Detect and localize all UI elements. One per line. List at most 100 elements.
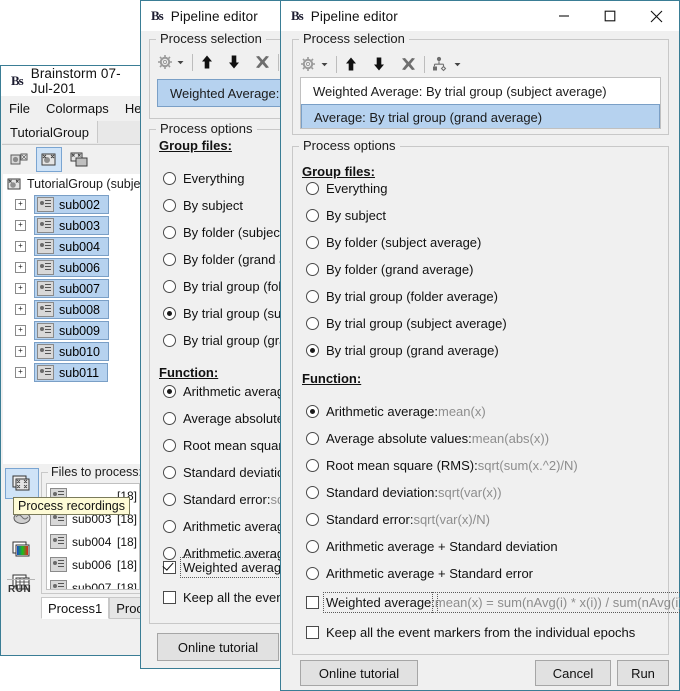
radio-button[interactable] bbox=[163, 199, 176, 212]
expand-icon[interactable]: + bbox=[15, 346, 26, 357]
tree-node-selection[interactable]: sub008 bbox=[34, 300, 109, 319]
checkbox-keep-all-the-event[interactable]: Keep all the event bbox=[163, 590, 287, 605]
radio-button[interactable] bbox=[163, 307, 176, 320]
studies-icon[interactable] bbox=[66, 147, 92, 172]
radio-average-absolute[interactable]: Average absolute bbox=[163, 411, 284, 426]
radio-standard-error[interactable]: Standard error: sq bbox=[163, 492, 284, 507]
radio-button[interactable] bbox=[306, 540, 319, 553]
subjects-all-icon[interactable] bbox=[6, 147, 32, 172]
checkbox-box[interactable] bbox=[163, 591, 176, 604]
radio-button[interactable] bbox=[306, 344, 319, 357]
radio-button[interactable] bbox=[306, 405, 319, 418]
radio-by-trial-group-fol[interactable]: By trial group (fol bbox=[163, 279, 281, 294]
radio-arithmetic-average-standard-deviation[interactable]: Arithmetic average + Standard deviation bbox=[306, 539, 558, 554]
expand-icon[interactable]: + bbox=[15, 325, 26, 336]
tree-node-selection[interactable]: sub011 bbox=[34, 363, 108, 382]
radio-root-mean-square-rms[interactable]: Root mean square (RMS): sqrt(sum(x.^2)/N… bbox=[306, 458, 578, 473]
radio-button[interactable] bbox=[306, 236, 319, 249]
menu-colormaps[interactable]: Colormaps bbox=[38, 101, 117, 116]
radio-average-absolute-values[interactable]: Average absolute values: mean(abs(x)) bbox=[306, 431, 549, 446]
radio-button[interactable] bbox=[163, 172, 176, 185]
run-button[interactable]: Run bbox=[617, 660, 669, 686]
radio-arithmetic-average[interactable]: Arithmetic average: mean(x) bbox=[306, 404, 486, 419]
checkbox-box[interactable] bbox=[163, 561, 176, 574]
tree-node-sub006[interactable]: +sub006 bbox=[3, 257, 143, 278]
radio-button[interactable] bbox=[306, 317, 319, 330]
file-row[interactable]: sub007[18] bbox=[47, 576, 139, 590]
pipeline-mid-online-tutorial-button[interactable]: Online tutorial bbox=[157, 633, 279, 661]
maximize-icon[interactable] bbox=[587, 1, 633, 31]
tree-node-selection[interactable]: sub006 bbox=[34, 258, 109, 277]
radio-button[interactable] bbox=[163, 493, 176, 506]
tree-node-selection[interactable]: sub007 bbox=[34, 279, 109, 298]
checkbox-box[interactable] bbox=[306, 626, 319, 639]
tree-node-selection[interactable]: sub010 bbox=[34, 342, 109, 361]
radio-standard-deviatio[interactable]: Standard deviatio bbox=[163, 465, 284, 480]
process-recordings-icon[interactable] bbox=[5, 468, 39, 499]
radio-button[interactable] bbox=[163, 385, 176, 398]
radio-button[interactable] bbox=[163, 520, 176, 533]
radio-button[interactable] bbox=[306, 263, 319, 276]
radio-button[interactable] bbox=[306, 182, 319, 195]
delete-icon[interactable] bbox=[254, 54, 271, 70]
pipeline-dropdown-icon[interactable] bbox=[453, 60, 462, 69]
radio-standard-deviation[interactable]: Standard deviation: sqrt(var(x)) bbox=[306, 485, 502, 500]
radio-button[interactable] bbox=[163, 280, 176, 293]
cancel-button[interactable]: Cancel bbox=[535, 660, 611, 686]
expand-icon[interactable]: + bbox=[15, 199, 26, 210]
radio-by-folder-subject[interactable]: By folder (subject bbox=[163, 225, 283, 240]
close-icon[interactable] bbox=[633, 1, 679, 31]
gear-dropdown-icon[interactable] bbox=[320, 60, 329, 69]
radio-button[interactable] bbox=[306, 486, 319, 499]
radio-button[interactable] bbox=[163, 466, 176, 479]
radio-by-trial-group-sub[interactable]: By trial group (sub bbox=[163, 306, 289, 321]
checkbox-box[interactable] bbox=[306, 596, 319, 609]
radio-by-trial-group-subject-average[interactable]: By trial group (subject average) bbox=[306, 316, 507, 331]
radio-button[interactable] bbox=[306, 432, 319, 445]
radio-button[interactable] bbox=[163, 226, 176, 239]
tree-node-selection[interactable]: sub004 bbox=[34, 237, 109, 256]
expand-icon[interactable]: + bbox=[15, 220, 26, 231]
tree-node-sub004[interactable]: +sub004 bbox=[3, 236, 143, 257]
radio-button[interactable] bbox=[306, 459, 319, 472]
file-row[interactable]: sub006[18] bbox=[47, 553, 139, 576]
tree-node-sub007[interactable]: +sub007 bbox=[3, 278, 143, 299]
radio-root-mean-square[interactable]: Root mean square bbox=[163, 438, 290, 453]
menu-file[interactable]: File bbox=[1, 101, 38, 116]
radio-button[interactable] bbox=[163, 547, 176, 560]
process-timefreq-icon[interactable] bbox=[5, 534, 39, 565]
radio-by-trial-group-folder-average[interactable]: By trial group (folder average) bbox=[306, 289, 498, 304]
checkbox-keep-all-the-event-markers-from-the-individual-epochs[interactable]: Keep all the event markers from the indi… bbox=[306, 625, 635, 640]
radio-button[interactable] bbox=[163, 253, 176, 266]
move-up-icon[interactable] bbox=[344, 56, 358, 72]
tree-node-selection[interactable]: sub003 bbox=[34, 216, 109, 235]
tab-process1[interactable]: Process1 bbox=[41, 597, 109, 619]
radio-button[interactable] bbox=[163, 439, 176, 452]
radio-by-trial-group-gra[interactable]: By trial group (gra bbox=[163, 333, 286, 348]
radio-arithmetic-averag[interactable]: Arithmetic averag bbox=[163, 546, 284, 561]
tree-node-sub009[interactable]: + sub009 bbox=[3, 320, 143, 341]
move-up-icon[interactable] bbox=[200, 54, 214, 70]
radio-button[interactable] bbox=[163, 412, 176, 425]
online-tutorial-button[interactable]: Online tutorial bbox=[300, 660, 418, 686]
gear-icon[interactable] bbox=[157, 54, 173, 70]
tree-node-selection[interactable]: sub002 bbox=[34, 195, 109, 214]
file-row[interactable]: sub004[18] bbox=[47, 530, 139, 553]
tree-node-sub010[interactable]: + sub010 bbox=[3, 341, 143, 362]
tree-node-selection[interactable]: sub009 bbox=[34, 321, 109, 340]
radio-arithmetic-averag[interactable]: Arithmetic averag bbox=[163, 519, 284, 534]
radio-by-folder-subject-average[interactable]: By folder (subject average) bbox=[306, 235, 481, 250]
radio-button[interactable] bbox=[163, 334, 176, 347]
radio-by-subject[interactable]: By subject bbox=[163, 198, 243, 213]
radio-button[interactable] bbox=[306, 290, 319, 303]
pipeline-icon[interactable] bbox=[432, 56, 449, 73]
radio-arithmetic-averag[interactable]: Arithmetic averag bbox=[163, 384, 284, 399]
move-down-icon[interactable] bbox=[227, 54, 241, 70]
radio-by-trial-group-grand-average[interactable]: By trial group (grand average) bbox=[306, 343, 499, 358]
process-list-item[interactable]: Weighted Average: By trial group (subjec… bbox=[301, 78, 660, 104]
checkbox-weighted-average[interactable]: Weighted average bbox=[163, 560, 288, 575]
process-list-item[interactable]: Average: By trial group (grand average) bbox=[301, 104, 660, 129]
tree-node-sub002[interactable]: + sub002 bbox=[3, 194, 143, 215]
radio-arithmetic-average-standard-error[interactable]: Arithmetic average + Standard error bbox=[306, 566, 533, 581]
radio-standard-error[interactable]: Standard error: sqrt(var(x)/N) bbox=[306, 512, 490, 527]
